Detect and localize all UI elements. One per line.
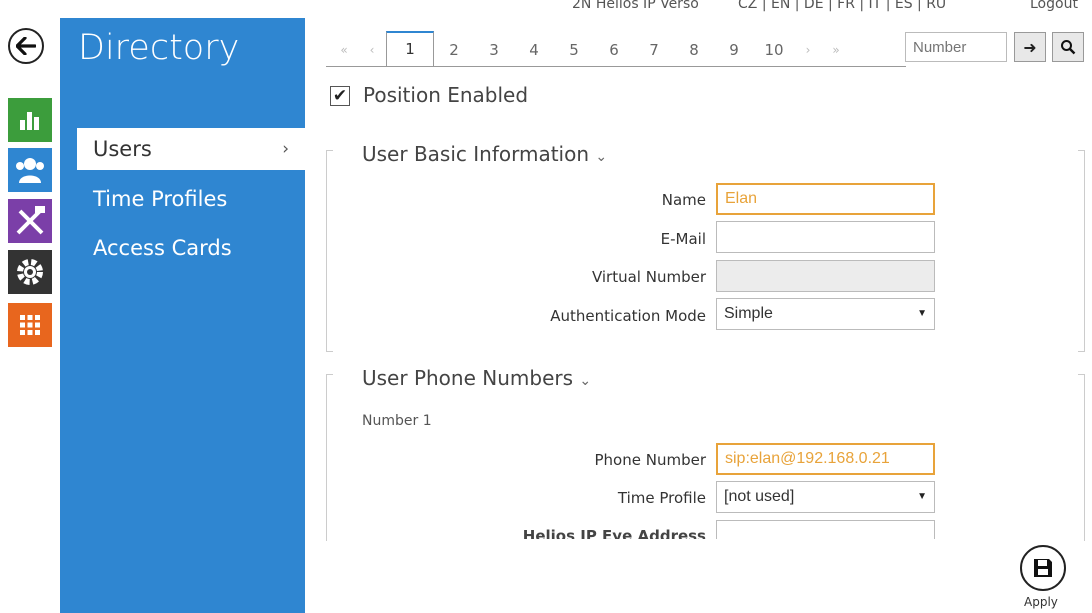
sidebar-item-time-profiles[interactable]: Time Profiles [60, 178, 305, 220]
page-2-tab[interactable]: 2 [434, 34, 474, 66]
prev-page-button[interactable]: ‹ [358, 34, 386, 66]
auth-mode-value: Simple [724, 305, 773, 322]
section-title: User Phone Numbers [362, 366, 574, 390]
eye-address-input[interactable] [716, 520, 935, 539]
email-input[interactable] [716, 221, 935, 253]
time-profile-label: Time Profile [617, 489, 706, 507]
page-3-tab[interactable]: 3 [474, 34, 514, 66]
auth-mode-label: Authentication Mode [550, 307, 706, 325]
email-label: E-Mail [660, 230, 706, 248]
sidebar-item-label: Time Profiles [93, 187, 228, 211]
settings-gear-icon[interactable] [8, 250, 52, 294]
name-label: Name [661, 191, 706, 209]
apply-button[interactable] [1020, 545, 1066, 591]
sidebar-item-access-cards[interactable]: Access Cards [60, 227, 305, 269]
page-5-tab[interactable]: 5 [554, 34, 594, 66]
search-icon [1061, 40, 1076, 55]
virtual-number-label: Virtual Number [591, 268, 706, 286]
clipped-row: Helios IP Eye Address [326, 520, 1086, 539]
pager-divider [326, 66, 906, 67]
dropdown-arrow-icon: ▼ [917, 308, 927, 319]
position-enabled-label: Position Enabled [363, 83, 529, 107]
name-input[interactable]: Elan [716, 183, 935, 215]
virtual-number-input [716, 260, 935, 292]
pagination: « ‹ 1 2 3 4 5 6 7 8 9 10 › » [330, 31, 850, 66]
chevron-right-icon: › [282, 139, 289, 159]
last-page-button[interactable]: » [822, 34, 850, 66]
next-page-button[interactable]: › [794, 34, 822, 66]
fieldset-border-right [1078, 150, 1085, 352]
chevron-down-icon: ⌄ [579, 373, 592, 389]
phone-number-label: Phone Number [594, 451, 707, 469]
sidebar-title: Directory [78, 28, 240, 68]
page-8-tab[interactable]: 8 [674, 34, 714, 66]
position-enabled-checkbox[interactable]: ✔ [330, 86, 350, 106]
language-selector[interactable]: CZ | EN | DE | FR | IT | ES | RU [738, 0, 946, 12]
number-1-label: Number 1 [362, 413, 432, 429]
sidebar-item-users[interactable]: Users › [77, 128, 305, 170]
basic-info-section-header[interactable]: User Basic Information ⌄ [362, 142, 607, 166]
logout-link[interactable]: Logout [1030, 0, 1078, 12]
fieldset-border-right [1078, 374, 1085, 541]
arrow-right-icon: ➜ [1023, 37, 1037, 57]
time-profile-select[interactable]: [not used] ▼ [716, 481, 935, 513]
chevron-down-icon: ⌄ [595, 149, 608, 165]
save-disk-icon [1034, 559, 1052, 577]
product-name: 2N Helios IP Verso [572, 0, 699, 12]
page-4-tab[interactable]: 4 [514, 34, 554, 66]
page-1-tab[interactable]: 1 [386, 31, 434, 66]
eye-address-label: Helios IP Eye Address [522, 527, 706, 539]
back-button[interactable] [8, 28, 44, 64]
dropdown-arrow-icon: ▼ [917, 491, 927, 502]
sidebar-item-label: Users [93, 137, 152, 161]
directory-icon[interactable] [8, 148, 52, 192]
sidebar: Directory Users › Time Profiles Access C… [60, 18, 305, 613]
checkmark-icon: ✔ [332, 86, 348, 106]
section-title: User Basic Information [362, 142, 590, 166]
auth-mode-select[interactable]: Simple ▼ [716, 298, 935, 330]
grid-icon[interactable] [8, 303, 52, 347]
page-7-tab[interactable]: 7 [634, 34, 674, 66]
search-button[interactable] [1052, 32, 1084, 62]
phone-numbers-section-header[interactable]: User Phone Numbers ⌄ [362, 366, 591, 390]
page-10-tab[interactable]: 10 [754, 34, 794, 66]
first-page-button[interactable]: « [330, 34, 358, 66]
time-profile-value: [not used] [724, 488, 795, 505]
sidebar-item-label: Access Cards [93, 236, 232, 260]
phone-number-input[interactable]: sip:elan@192.168.0.21 [716, 443, 935, 475]
page-number-input[interactable] [905, 32, 1007, 62]
page-9-tab[interactable]: 9 [714, 34, 754, 66]
apply-label: Apply [1024, 595, 1058, 609]
status-icon[interactable] [8, 98, 52, 142]
arrow-left-icon [16, 37, 36, 55]
go-to-page-button[interactable]: ➜ [1014, 32, 1046, 62]
page-6-tab[interactable]: 6 [594, 34, 634, 66]
hardware-tools-icon[interactable] [8, 199, 52, 243]
